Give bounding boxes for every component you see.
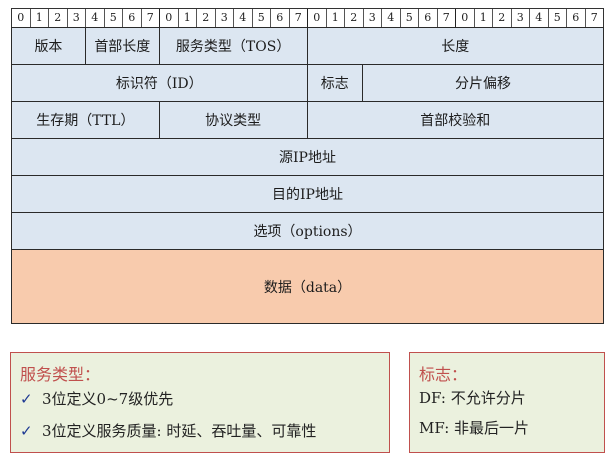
bit-label: 0 — [160, 9, 179, 27]
header-row: 选项（options） — [11, 213, 604, 250]
bit-label: 6 — [123, 9, 142, 27]
flag-note-item: DF: 不允许分片 — [419, 389, 526, 407]
bit-label: 2 — [197, 9, 216, 27]
bit-label: 7 — [590, 11, 598, 24]
header-row: 目的IP地址 — [11, 176, 604, 213]
tos-note-item: ✓ 3位定义服务质量: 时延、吞吐量、可靠性 — [20, 415, 389, 447]
bit-label: 6 — [271, 9, 290, 27]
header-fields: 版本 首部长度 服务类型（TOS） 长度标识符（ID） 标志 分片偏移生存期（TTL） 协议… — [11, 27, 604, 250]
flag-note: 标志： DF: 不允许分片 MF: 非最后一片 — [409, 352, 605, 453]
bit-label: 7 — [290, 9, 308, 27]
flag-note-title: 标志： — [419, 365, 468, 384]
bit-label: 0 — [12, 9, 31, 27]
tos-note-item: ✓ 3位定义0~7级优先 — [20, 383, 389, 415]
bit-label: 1 — [327, 9, 345, 27]
bit-label: 1 — [179, 9, 197, 27]
tos-note-item-text: 3位定义服务质量: 时延、吞吐量、可靠性 — [42, 422, 317, 440]
check-icon: ✓ — [20, 390, 33, 408]
header-row: 生存期（TTL） 协议类型 首部校验和 — [11, 102, 604, 139]
bit-label: 5 — [549, 9, 567, 27]
bit-label: 4 — [86, 9, 105, 27]
header-field: 首部长度 — [86, 28, 160, 64]
header-field: 源IP地址 — [279, 150, 336, 166]
tos-note: 服务类型： ✓ 3位定义0~7级优先 ✓ 3位定义服务质量: 时延、吞吐量、可靠… — [10, 352, 390, 453]
header-field: 生存期（TTL） — [12, 102, 160, 138]
bit-label: 0 — [456, 9, 475, 27]
flag-note-item: MF: 非最后一片 — [419, 419, 530, 437]
bit-label: 7 — [142, 9, 160, 27]
bit-label: 7 — [438, 9, 456, 27]
tos-note-title: 服务类型： — [20, 365, 101, 384]
bit-label: 5 — [253, 9, 271, 27]
bit-label: 3 — [216, 9, 234, 27]
header-field: 协议类型 — [160, 102, 308, 138]
bit-label: 2 — [49, 9, 68, 27]
header-row: 标识符（ID） 标志 分片偏移 — [11, 65, 604, 102]
bit-label: 5 — [401, 9, 419, 27]
bit-label: 6 — [419, 9, 438, 27]
bit-label: 3 — [68, 9, 86, 27]
header-field: 分片偏移 — [454, 76, 511, 92]
bit-label: 0 — [308, 9, 327, 27]
check-icon: ✓ — [20, 422, 33, 440]
bit-label: 4 — [382, 9, 401, 27]
data-field: 数据（data） — [263, 279, 352, 296]
header-row: 版本 首部长度 服务类型（TOS） 长度 — [11, 27, 604, 65]
header-field: 版本 — [12, 28, 86, 64]
header-field: 目的IP地址 — [272, 187, 343, 203]
bit-label: 4 — [234, 9, 253, 27]
bit-label: 2 — [345, 9, 364, 27]
bit-label: 1 — [475, 9, 493, 27]
tos-note-item-text: 3位定义0~7级优先 — [42, 390, 174, 408]
data-row: 数据（data） — [11, 250, 604, 324]
header-row: 源IP地址 — [11, 139, 604, 176]
bit-label: 3 — [512, 9, 530, 27]
bit-label: 5 — [105, 9, 123, 27]
ip-header-diagram: 01234567012345670123456701234567 版本 首部长度服… — [11, 8, 604, 324]
bit-label: 4 — [530, 9, 549, 27]
bit-label: 3 — [364, 9, 382, 27]
bit-label: 2 — [493, 9, 512, 27]
bit-label: 6 — [567, 9, 586, 27]
header-field: 标志 — [308, 65, 363, 101]
header-field: 服务类型（TOS） — [160, 28, 308, 64]
bit-label: 1 — [31, 9, 49, 27]
header-field: 首部校验和 — [420, 113, 491, 129]
header-field: 长度 — [441, 39, 470, 55]
header-field: 选项（options） — [253, 224, 362, 240]
header-field: 标识符（ID） — [12, 65, 308, 101]
bit-ruler: 01234567012345670123456701234567 — [11, 8, 604, 27]
